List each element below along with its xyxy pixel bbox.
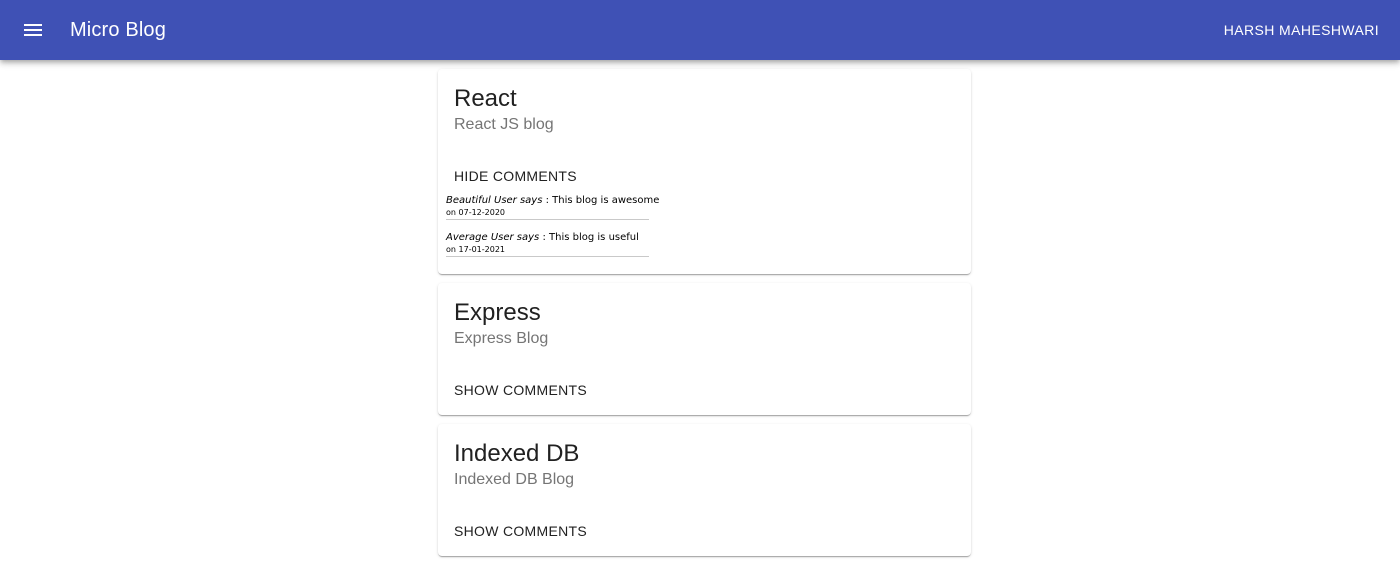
post-card-react: React React JS blog HIDE COMMENTS Beauti…: [438, 69, 971, 274]
post-title: Indexed DB: [454, 440, 580, 467]
post-card-express: Express Express Blog SHOW COMMENTS: [438, 283, 971, 415]
hide-comments-button[interactable]: HIDE COMMENTS: [454, 167, 577, 185]
post-card-indexed-db: Indexed DB Indexed DB Blog SHOW COMMENTS: [438, 424, 971, 556]
post-subtitle: React JS blog: [454, 116, 554, 133]
app-bar: Micro Blog HARSH MAHESHWARI: [0, 0, 1400, 60]
comment-item: Average User says : This blog is useful …: [446, 231, 649, 257]
post-title: React: [454, 85, 517, 112]
comment-item: Beautiful User says : This blog is aweso…: [446, 194, 659, 220]
menu-button[interactable]: [15, 12, 51, 48]
comment-line: Beautiful User says : This blog is aweso…: [446, 194, 659, 207]
comment-date: on 07-12-2020: [446, 208, 505, 217]
show-comments-button[interactable]: SHOW COMMENTS: [454, 522, 587, 540]
app-title: Micro Blog: [70, 19, 166, 41]
comment-list: Beautiful User says : This blog is aweso…: [446, 194, 659, 268]
user-button[interactable]: HARSH MAHESHWARI: [1224, 21, 1379, 39]
comment-separator: :: [542, 195, 553, 206]
comment-date: on 17-01-2021: [446, 245, 505, 254]
show-comments-button[interactable]: SHOW COMMENTS: [454, 381, 587, 399]
comment-author: Beautiful User says: [446, 195, 543, 206]
post-title: Express: [454, 299, 541, 326]
comment-separator: :: [539, 232, 550, 243]
post-list: React React JS blog HIDE COMMENTS Beauti…: [438, 69, 971, 565]
comment-text: This blog is useful: [549, 232, 639, 243]
comment-author: Average User says: [446, 232, 540, 243]
post-subtitle: Express Blog: [454, 330, 549, 347]
menu-icon: [24, 24, 42, 36]
comment-line: Average User says : This blog is useful: [446, 231, 649, 244]
comment-text: This blog is awesome: [552, 195, 660, 206]
post-subtitle: Indexed DB Blog: [454, 471, 575, 488]
